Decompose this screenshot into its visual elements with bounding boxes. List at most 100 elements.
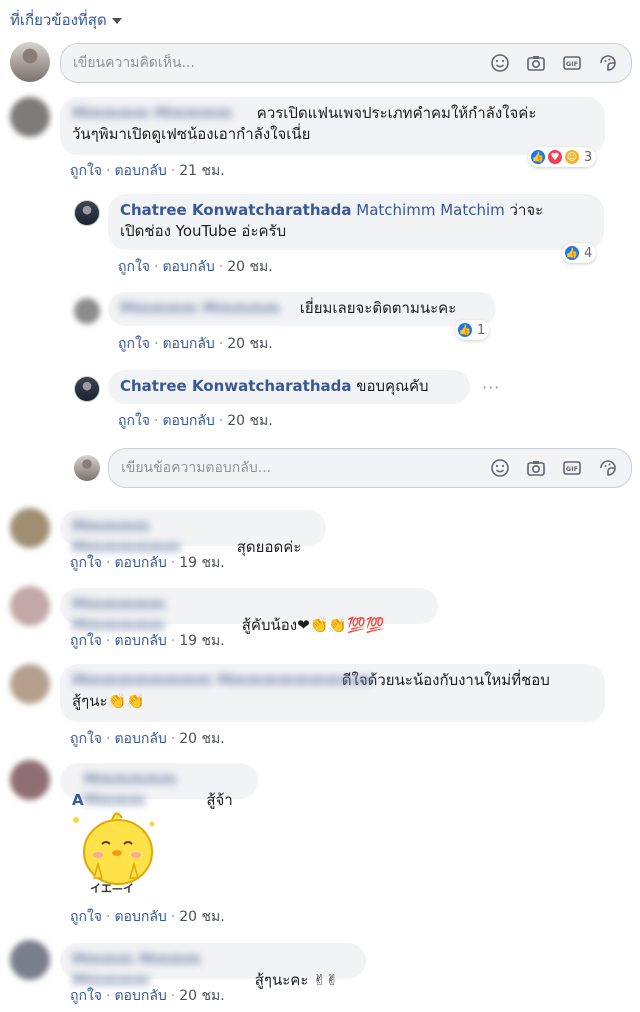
caret-down-icon <box>111 18 122 24</box>
like-button[interactable]: ถูกใจ <box>70 909 102 925</box>
like-reaction-icon: 👍 <box>530 149 546 165</box>
avatar[interactable] <box>74 376 100 402</box>
timestamp[interactable]: 20 ชม. <box>227 413 272 429</box>
avatar[interactable] <box>10 508 50 548</box>
reply-author[interactable]: Chatree Konwatcharathada <box>120 377 351 395</box>
comment-composer[interactable]: เขียนความคิดเห็น... GIF <box>60 43 632 83</box>
like-button[interactable]: ถูกใจ <box>70 731 102 747</box>
avatar[interactable] <box>74 298 100 324</box>
smile-icon[interactable] <box>489 52 511 74</box>
reply-button[interactable]: ตอบกลับ <box>162 259 214 275</box>
comment-actions: ถูกใจ · ตอบกลับ · 21 ชม. <box>70 163 225 179</box>
comment-bubble: Mmmm Mmmm Mmmmm สู้ๆนะคะ ✌✌ <box>60 943 366 989</box>
reply-actions: ถูกใจ · ตอบกลับ · 20 ชม. <box>118 259 273 275</box>
reply-button[interactable]: ตอบกลับ <box>114 731 166 747</box>
reply-text: เปิดช่อง YouTube อ่ะครับ <box>120 222 287 240</box>
sticker-icon[interactable] <box>597 52 619 74</box>
comment-actions: ถูกใจ · ตอบกลับ · 19 ชม. <box>70 555 225 571</box>
reply-button[interactable]: ตอบกลับ <box>114 163 166 179</box>
like-button[interactable]: ถูกใจ <box>70 163 102 179</box>
reply-button[interactable]: ตอบกลับ <box>114 633 166 649</box>
sticker-text: イエ—イ <box>90 882 134 895</box>
reaction-summary[interactable]: 👍 4 <box>562 243 597 263</box>
reply-button[interactable]: ตอบกลับ <box>162 336 214 352</box>
comment-bubble: Mmmmm Mmmmmmm สุดยอดค่ะ <box>60 510 326 556</box>
more-icon[interactable]: ··· <box>482 378 500 397</box>
like-button[interactable]: ถูกใจ <box>70 555 102 571</box>
like-button[interactable]: ถูกใจ <box>118 259 150 275</box>
avatar[interactable] <box>10 760 50 800</box>
reply-button[interactable]: ตอบกลับ <box>162 413 214 429</box>
comment-text: สุดยอดค่ะ <box>236 538 302 556</box>
comment-text: สู้ๆนะคะ ✌✌ <box>254 971 339 989</box>
timestamp[interactable]: 19 ชม. <box>179 633 224 649</box>
comment-text: ดีใจด้วยนะน้องกับงานใหม่ที่ชอบ <box>341 671 550 689</box>
avatar[interactable] <box>10 664 50 704</box>
like-button[interactable]: ถูกใจ <box>118 413 150 429</box>
like-button[interactable]: ถูกใจ <box>70 633 102 649</box>
reaction-count: 3 <box>584 149 593 165</box>
svg-text:GIF: GIF <box>566 465 578 473</box>
camera-icon[interactable] <box>525 457 547 479</box>
camera-icon[interactable] <box>525 52 547 74</box>
like-button[interactable]: ถูกใจ <box>118 336 150 352</box>
avatar-current-user <box>74 455 100 481</box>
comment-text: สู้ๆนะ👏👏 <box>72 692 145 710</box>
svg-text:GIF: GIF <box>566 60 578 68</box>
reply-composer[interactable]: เขียนข้อความตอบกลับ... GIF <box>108 448 632 488</box>
comment-author[interactable]: Mmmmmm Mmmm <box>84 769 202 811</box>
avatar[interactable] <box>10 586 50 626</box>
reply-input[interactable]: เขียนข้อความตอบกลับ... <box>121 457 489 479</box>
comment-bubble: Mmmmmmmmm Mmmmmmmmmm ดีใจด้วยนะน้องกับงา… <box>60 664 605 722</box>
comment-bubble: Mmmmmm Mmmmmm สู้คับน้อง❤👏👏💯💯 <box>60 588 438 634</box>
comment-actions: ถูกใจ · ตอบกลับ · 20 ชม. <box>70 909 225 925</box>
reply-actions: ถูกใจ · ตอบกลับ · 20 ชม. <box>118 336 273 352</box>
reply-actions: ถูกใจ · ตอบกลับ · 20 ชม. <box>118 413 273 429</box>
timestamp[interactable]: 19 ชม. <box>179 555 224 571</box>
comment-input[interactable]: เขียนความคิดเห็น... <box>73 52 489 74</box>
reply-text: เยี่ยมเลยจะติดตามนะคะ <box>299 299 457 317</box>
reply-button[interactable]: ตอบกลับ <box>114 909 166 925</box>
mention-link[interactable]: Matchimm Matchim <box>356 201 504 219</box>
comment-text: สู้คับน้อง❤👏👏💯💯 <box>241 616 385 634</box>
sticker-image[interactable]: イエ—イ <box>60 806 164 898</box>
like-reaction-icon: 👍 <box>564 245 580 261</box>
reply-text: ขอบคุณคับ <box>356 377 429 395</box>
timestamp[interactable]: 20 ชม. <box>179 909 224 925</box>
love-reaction-icon: ♥ <box>547 149 563 165</box>
sort-label: ที่เกี่ยวข้องที่สุด <box>10 11 107 29</box>
comment-author[interactable]: Mmmmmmmmm Mmmmmmmmmm <box>72 670 373 691</box>
reply-bubble: Mmmmm Mmmmm เยี่ยมเลยจะติดตามนะคะ <box>108 292 496 326</box>
timestamp[interactable]: 21 ชม. <box>179 163 224 179</box>
comment-actions: ถูกใจ · ตอบกลับ · 20 ชม. <box>70 988 225 1004</box>
avatar[interactable] <box>74 200 100 226</box>
timestamp[interactable]: 20 ชม. <box>227 336 272 352</box>
comment-actions: ถูกใจ · ตอบกลับ · 19 ชม. <box>70 633 225 649</box>
timestamp[interactable]: 20 ชม. <box>227 259 272 275</box>
sticker-icon[interactable] <box>597 457 619 479</box>
reply-text: ว่าจะ <box>509 201 544 219</box>
like-reaction-icon: 👍 <box>457 322 473 338</box>
gif-icon[interactable]: GIF <box>561 457 583 479</box>
like-button[interactable]: ถูกใจ <box>70 988 102 1004</box>
reply-button[interactable]: ตอบกลับ <box>114 555 166 571</box>
reaction-summary[interactable]: 👍 ♥ ☺ 3 <box>528 147 597 167</box>
reply-author[interactable]: Chatree Konwatcharathada <box>120 201 351 219</box>
reply-bubble: Chatree Konwatcharathada ขอบคุณคับ <box>108 370 470 404</box>
smile-icon[interactable] <box>489 457 511 479</box>
gif-icon[interactable]: GIF <box>561 52 583 74</box>
haha-reaction-icon: ☺ <box>564 149 580 165</box>
comment-author[interactable]: Mmmmm Mmmmm <box>72 103 252 124</box>
comment-text: ควรเปิดแฟนเพจประเภทคำคมให้กำลังใจค่ะ <box>256 104 537 122</box>
comment-bubble: Mmmmm Mmmmm ควรเปิดแฟนเพจประเภทคำคมให้กำ… <box>60 97 605 155</box>
reply-button[interactable]: ตอบกลับ <box>114 988 166 1004</box>
avatar[interactable] <box>10 940 50 980</box>
timestamp[interactable]: 20 ชม. <box>179 731 224 747</box>
reply-author[interactable]: Mmmmm Mmmmm <box>120 298 295 319</box>
sort-dropdown[interactable]: ที่เกี่ยวข้องที่สุด <box>10 8 122 32</box>
reaction-summary[interactable]: 👍 1 <box>455 320 490 340</box>
avatar[interactable] <box>10 97 50 137</box>
comment-actions: ถูกใจ · ตอบกลับ · 20 ชม. <box>70 731 225 747</box>
timestamp[interactable]: 20 ชม. <box>179 988 224 1004</box>
reply-bubble: Chatree Konwatcharathada Matchimm Matchi… <box>108 194 604 250</box>
